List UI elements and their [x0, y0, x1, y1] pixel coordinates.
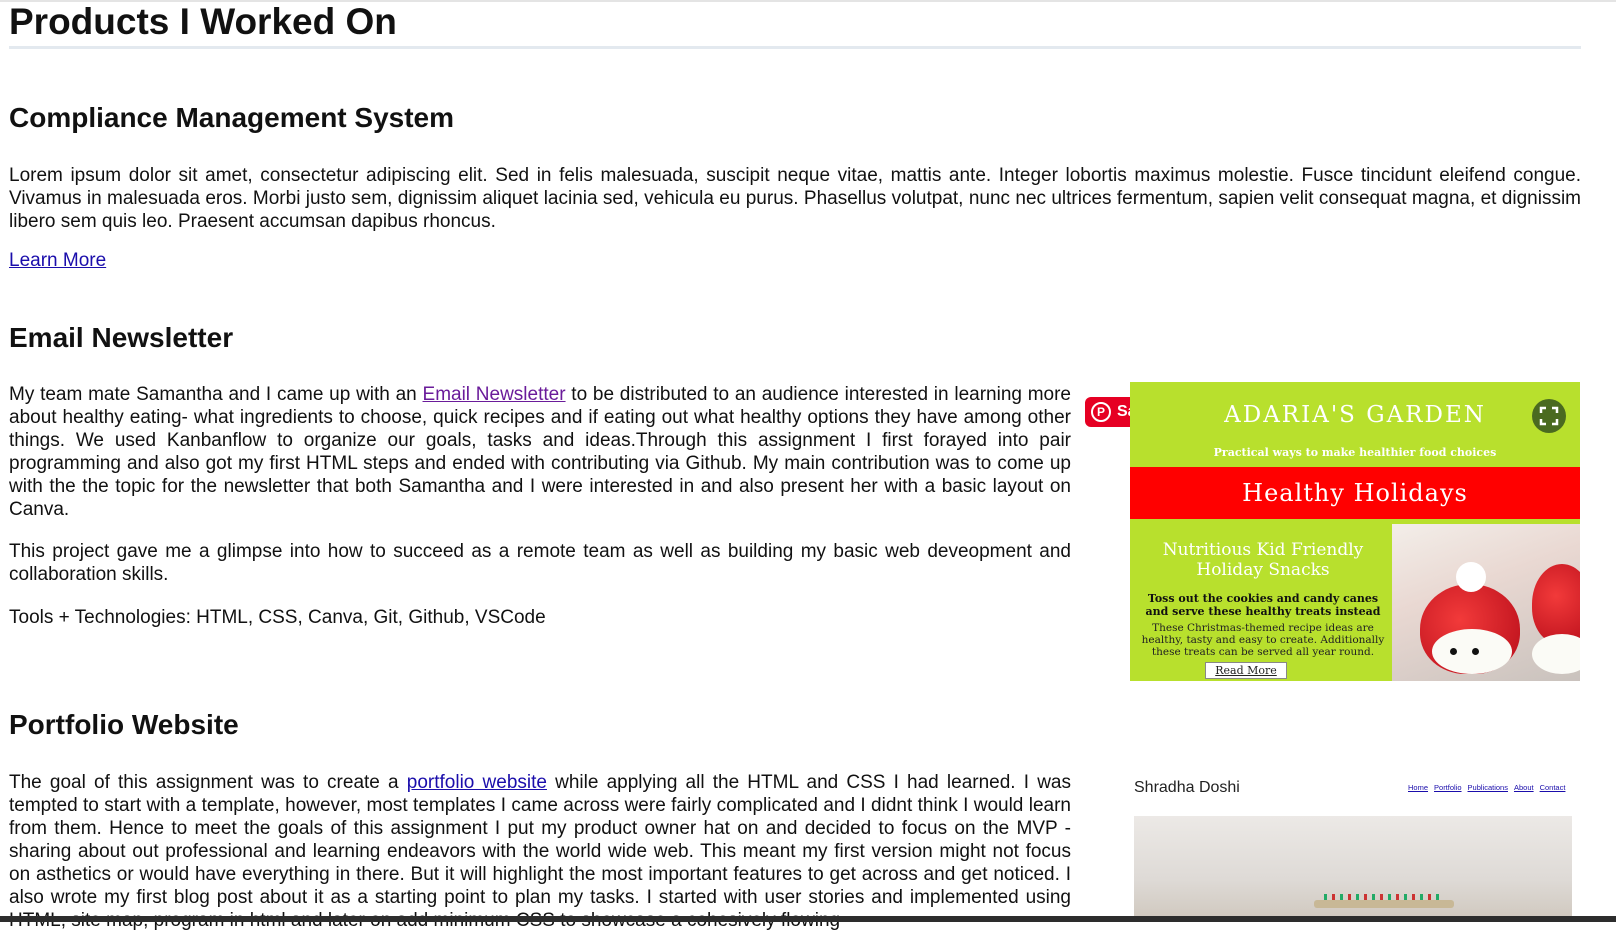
- strawberry-eye: [1450, 648, 1457, 655]
- newsletter-read-more-button: Read More: [1205, 662, 1287, 679]
- portfolio-image: Shradha Doshi Home Portfolio Publication…: [1130, 770, 1580, 922]
- portfolio-name: Shradha Doshi: [1134, 779, 1240, 796]
- newsletter-small-text: These Christmas-themed recipe ideas are …: [1141, 622, 1385, 658]
- newsletter-bold-text: Toss out the cookies and candy canes and…: [1145, 592, 1381, 618]
- email-newsletter-link[interactable]: Email Newsletter: [423, 384, 566, 405]
- newsletter-paragraph-1: My team mate Samantha and I came up with…: [9, 383, 1071, 521]
- page-content: Products I Worked On Compliance Manageme…: [9, 0, 1581, 931]
- learn-more-link[interactable]: Learn More: [9, 250, 106, 272]
- bottom-bar: [0, 916, 1616, 922]
- section-title-portfolio: Portfolio Website: [9, 709, 239, 740]
- newsletter-subheading: Nutritious Kid Friendly Holiday Snacks: [1162, 540, 1364, 580]
- strawberry-shape: [1532, 564, 1580, 644]
- portfolio-nav-item: Home: [1408, 783, 1429, 792]
- newsletter-brand: ADARIA'S GARDEN: [1224, 402, 1486, 428]
- strawberry-hat: [1456, 562, 1486, 592]
- portfolio-nav: Home Portfolio Publications About Contac…: [1408, 783, 1565, 792]
- newsletter-text-before: My team mate Samantha and I came up with…: [9, 384, 423, 405]
- portfolio-text-before: The goal of this assignment was to creat…: [9, 772, 407, 793]
- newsletter-tagline: Practical ways to make healthier food ch…: [1213, 446, 1497, 459]
- title-divider: [9, 46, 1581, 49]
- cream-shape: [1532, 634, 1580, 674]
- portfolio-paragraph: The goal of this assignment was to creat…: [9, 771, 1071, 932]
- newsletter-tools: Tools + Technologies: HTML, CSS, Canva, …: [9, 607, 546, 628]
- portfolio-nav-item: Contact: [1539, 783, 1566, 792]
- newsletter-banner: Healthy Holidays: [1130, 467, 1580, 519]
- portfolio-nav-item: Portfolio: [1434, 783, 1462, 792]
- hero-desk: [1314, 900, 1454, 908]
- strawberry-eye: [1472, 648, 1479, 655]
- portfolio-text-after: while applying all the HTML and CSS I ha…: [9, 772, 1071, 931]
- strawberry-photo: [1392, 524, 1580, 681]
- portfolio-nav-item: About: [1513, 783, 1534, 792]
- section-paragraph-compliance: Lorem ipsum dolor sit amet, consectetur …: [9, 165, 1581, 232]
- page-title: Products I Worked On: [9, 1, 397, 42]
- portfolio-hero-image: [1134, 816, 1572, 922]
- section-title-newsletter: Email Newsletter: [9, 322, 234, 353]
- newsletter-paragraph-2: This project gave me a glimpse into how …: [9, 541, 1071, 585]
- newsletter-image[interactable]: ADARIA'S GARDEN Practical ways to make h…: [1130, 382, 1580, 681]
- portfolio-nav-item: Publications: [1467, 783, 1508, 792]
- portfolio-website-link[interactable]: portfolio website: [407, 772, 547, 793]
- expand-icon[interactable]: [1532, 399, 1566, 433]
- section-title-compliance: Compliance Management System: [9, 102, 455, 133]
- pinterest-icon: P: [1091, 402, 1111, 422]
